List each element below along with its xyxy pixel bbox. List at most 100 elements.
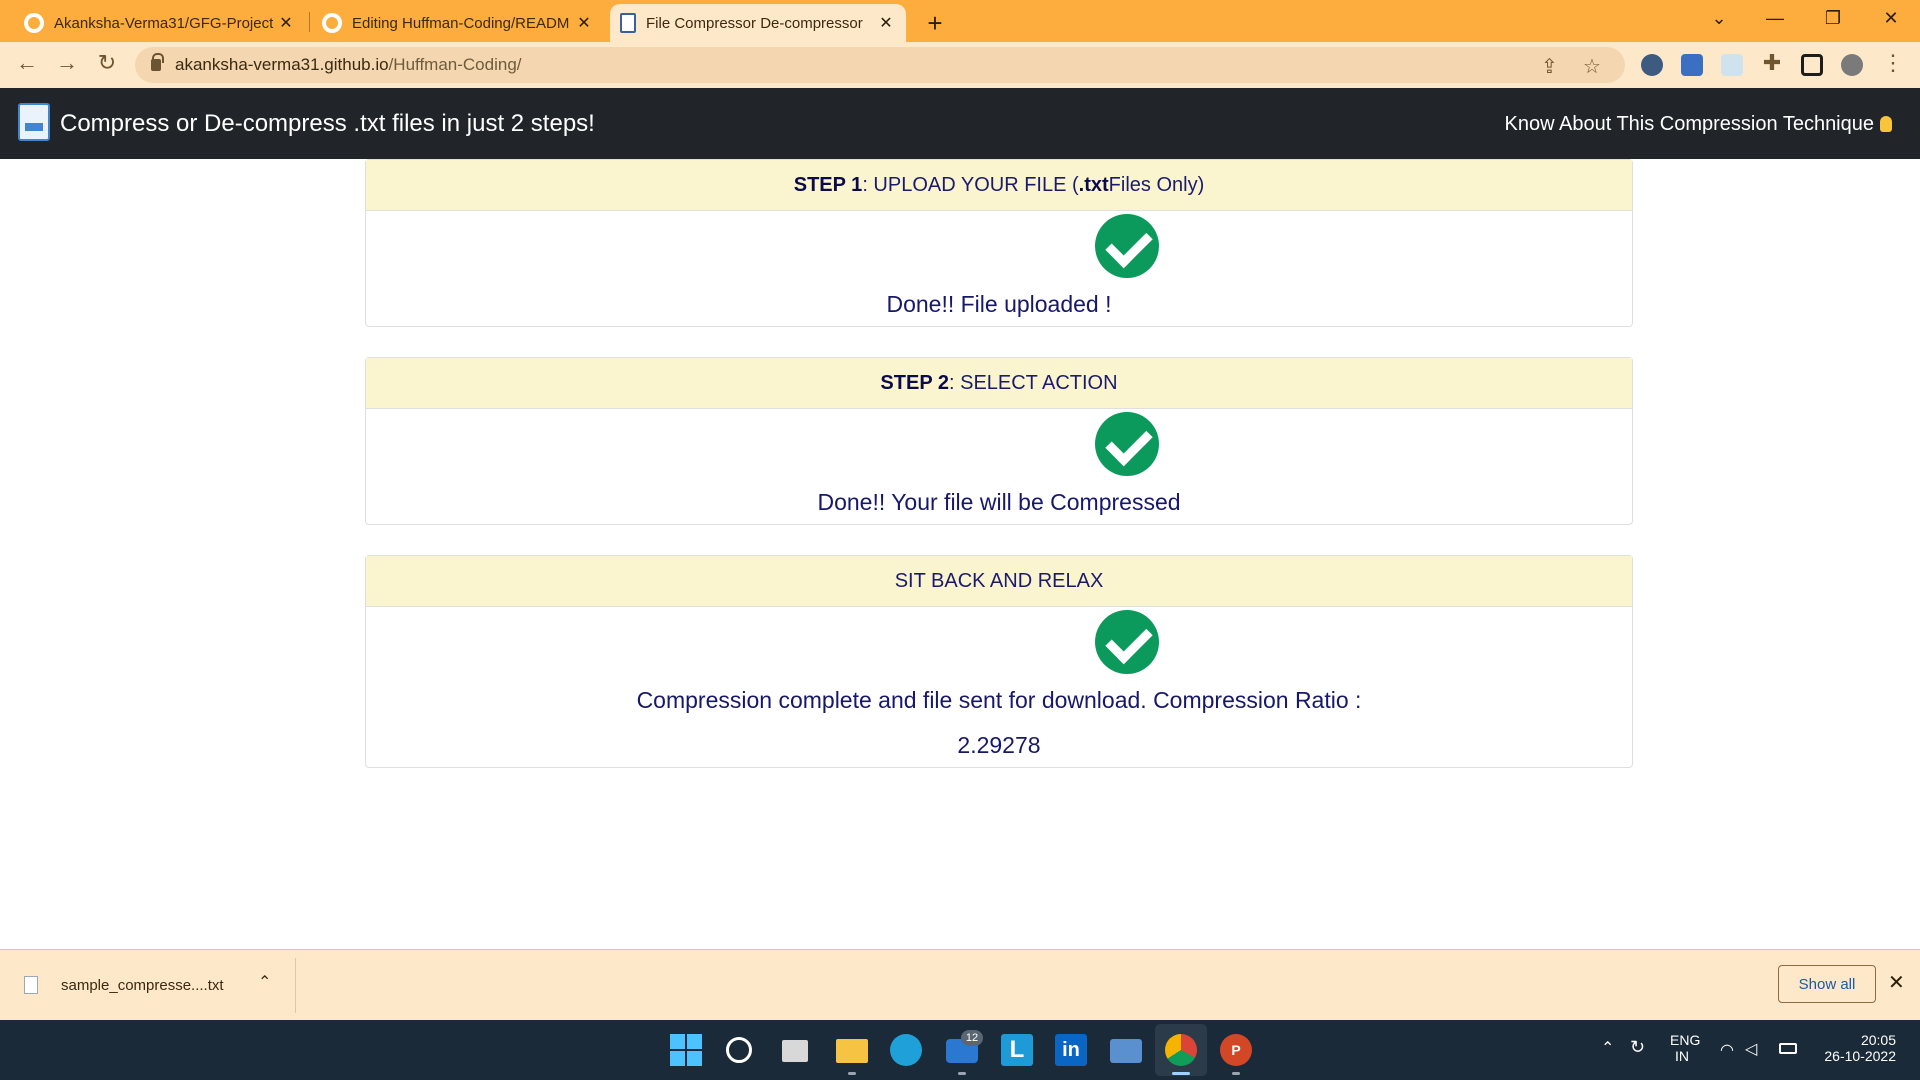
step-2-text: : SELECT ACTION (948, 371, 1118, 394)
restore-icon[interactable]: ❐ (1818, 8, 1848, 29)
extensions-puzzle-icon[interactable]: ✚ (1757, 50, 1787, 76)
region-code: IN (1675, 1048, 1689, 1064)
step-1-header: STEP 1: UPLOAD YOUR FILE (.txt Files Onl… (366, 160, 1632, 211)
app-navbar: Compress or De-compress .txt files in ju… (0, 88, 1920, 159)
tab-github-project[interactable]: Akanksha-Verma31/GFG-Project ✕ (14, 4, 306, 42)
file-explorer-icon[interactable] (836, 1039, 868, 1063)
tab-search-icon[interactable]: ⌄ (1704, 8, 1734, 29)
checkmark-icon (1095, 214, 1159, 278)
start-tile (670, 1051, 685, 1066)
address-bar[interactable]: akanksha-verma31.github.io/Huffman-Codin… (135, 47, 1625, 83)
document-icon (620, 13, 636, 33)
close-tab-icon[interactable]: ✕ (876, 13, 896, 33)
tab-title: File Compressor De-compressor (646, 14, 863, 32)
url-text[interactable]: akanksha-verma31.github.io/Huffman-Codin… (175, 55, 522, 75)
language-code: ENG (1670, 1032, 1701, 1048)
close-window-icon[interactable]: ✕ (1876, 8, 1906, 29)
tab-title: Editing Huffman-Coding/READM (352, 14, 570, 32)
checkmark-icon (1095, 610, 1159, 674)
compression-message: Compression complete and file sent for d… (636, 687, 1362, 713)
photos-icon[interactable] (1110, 1039, 1142, 1063)
know-about-link[interactable]: Know About This Compression Technique (1505, 113, 1892, 136)
step-1-card: STEP 1: UPLOAD YOUR FILE (.txt Files Onl… (365, 159, 1633, 327)
compression-ratio: 2.29278 (957, 732, 1041, 758)
wifi-icon[interactable]: ◠ (1720, 1040, 1734, 1060)
linkedin-icon[interactable]: in (1055, 1034, 1087, 1066)
start-tile (687, 1051, 702, 1066)
tab-editing-readme[interactable]: Editing Huffman-Coding/READM ✕ (312, 4, 604, 42)
close-download-bar-icon[interactable]: ✕ (1888, 970, 1905, 995)
github-icon (322, 13, 342, 33)
step-2-message: Done!! Your file will be Compressed (817, 489, 1181, 515)
tab-file-compressor[interactable]: File Compressor De-compressor ✕ (610, 4, 906, 42)
browser-tab-strip: Akanksha-Verma31/GFG-Project ✕ Editing H… (0, 0, 1920, 42)
url-path: /Huffman-Coding/ (388, 55, 522, 74)
step-1-label: STEP 1 (793, 173, 863, 196)
edge-icon[interactable] (890, 1034, 922, 1066)
task-view-icon[interactable] (782, 1040, 808, 1062)
start-icon[interactable] (670, 1034, 702, 1066)
share-icon[interactable]: ⇪ (1541, 54, 1558, 79)
step-1-text: : UPLOAD YOUR FILE ( (862, 173, 1079, 196)
forward-icon[interactable]: → (52, 50, 82, 76)
step-1-message: Done!! File uploaded ! (886, 291, 1112, 317)
txt-extension: .txt (1078, 173, 1109, 196)
profile-avatar[interactable] (1841, 54, 1863, 76)
sync-icon[interactable]: ↻ (1630, 1037, 1645, 1058)
relax-header: SIT BACK AND RELAX (366, 556, 1632, 607)
clock[interactable]: 20:05 26-10-2022 (1820, 1032, 1896, 1064)
running-indicator (1172, 1072, 1190, 1075)
running-indicator (958, 1072, 966, 1075)
chevron-up-icon[interactable]: ⌃ (258, 972, 271, 992)
reload-icon[interactable]: ↻ (92, 50, 122, 76)
menu-icon[interactable]: ⋮ (1878, 50, 1908, 76)
step-2-label: STEP 2 (880, 371, 949, 394)
browser-toolbar: ← → ↻ akanksha-verma31.github.io/Huffman… (0, 42, 1920, 88)
powerpoint-icon[interactable]: P (1220, 1034, 1252, 1066)
files-only-text: Files Only) (1108, 173, 1205, 196)
battery-icon[interactable] (1779, 1043, 1797, 1054)
back-icon[interactable]: ← (12, 50, 42, 76)
extension-cursor-icon[interactable] (1641, 54, 1663, 76)
tab-separator (309, 12, 310, 32)
windows-taskbar: 12 L in P ⌃ ↻ ENG IN ◠ ◁ 20:05 26-10-2022 (0, 1020, 1920, 1080)
side-panel-icon[interactable] (1801, 54, 1823, 76)
download-bar: sample_compresse....txt ⌃ Show all ✕ (0, 949, 1920, 1020)
language-indicator[interactable]: ENG IN (1670, 1032, 1700, 1064)
github-icon (24, 13, 44, 33)
lightbulb-icon (1880, 116, 1892, 132)
search-icon[interactable] (726, 1037, 752, 1063)
step-2-card: STEP 2: SELECT ACTION Done!! Your file w… (365, 357, 1633, 525)
show-hidden-icons[interactable]: ⌃ (1601, 1038, 1614, 1058)
minimize-icon[interactable]: — (1760, 8, 1790, 29)
checkmark-icon (1095, 412, 1159, 476)
start-tile (670, 1034, 685, 1049)
lens-app-icon[interactable]: L (1001, 1034, 1033, 1066)
relax-text: SIT BACK AND RELAX (894, 569, 1104, 592)
relax-card: SIT BACK AND RELAX Compression complete … (365, 555, 1633, 768)
volume-icon[interactable]: ◁ (1745, 1039, 1757, 1059)
new-tab-button[interactable]: + (920, 8, 950, 39)
close-tab-icon[interactable]: ✕ (276, 13, 296, 33)
running-indicator (1232, 1072, 1240, 1075)
lock-icon[interactable] (151, 53, 164, 71)
download-file-name[interactable]: sample_compresse....txt (61, 977, 224, 994)
tab-title: Akanksha-Verma31/GFG-Project (54, 14, 274, 32)
clock-time: 20:05 (1860, 1032, 1896, 1048)
close-tab-icon[interactable]: ✕ (574, 13, 594, 33)
mail-badge: 12 (961, 1030, 983, 1046)
extension-screen-icon[interactable] (1681, 54, 1703, 76)
download-divider (295, 958, 296, 1013)
know-about-label: Know About This Compression Technique (1504, 113, 1874, 135)
chrome-icon[interactable] (1165, 1034, 1197, 1066)
url-host: akanksha-verma31.github.io (175, 55, 389, 74)
extension-sparkle-icon[interactable] (1721, 54, 1743, 76)
txt-file-icon (18, 103, 50, 141)
app-title: Compress or De-compress .txt files in ju… (60, 110, 595, 137)
step-2-header: STEP 2: SELECT ACTION (366, 358, 1632, 409)
bookmark-star-icon[interactable]: ☆ (1583, 54, 1601, 79)
text-file-icon (24, 976, 38, 994)
show-all-button[interactable]: Show all (1778, 965, 1876, 1003)
start-tile (687, 1034, 702, 1049)
clock-date: 26-10-2022 (1824, 1048, 1896, 1064)
